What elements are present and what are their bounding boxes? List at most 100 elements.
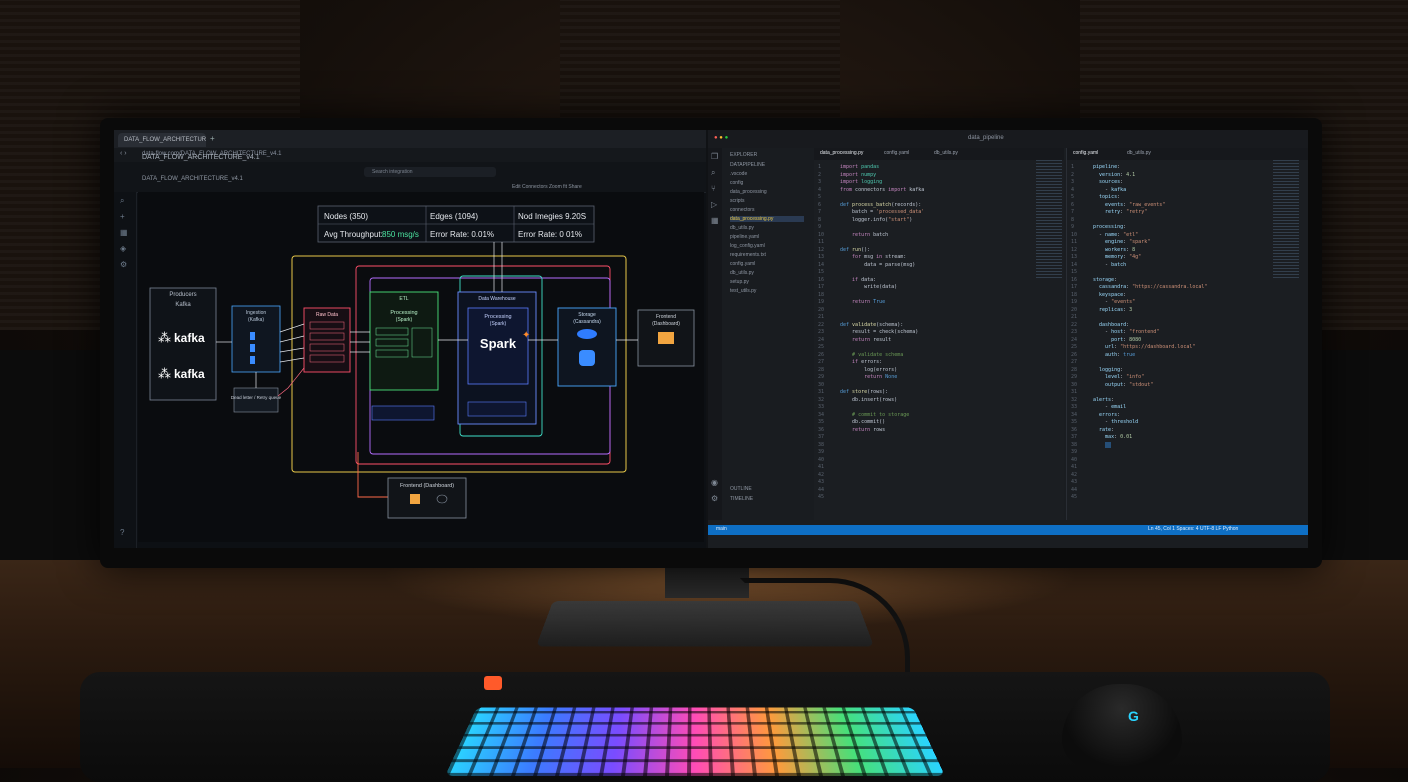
editor-tabs: data_processing.py config.yaml db_utils.… bbox=[814, 148, 1064, 160]
explorer-item[interactable]: requirements.txt bbox=[730, 252, 766, 258]
account-icon[interactable]: ◉ bbox=[711, 478, 718, 487]
yaml-content: pipeline: version: 4.1 sources: - kafka … bbox=[1093, 164, 1207, 449]
explorer-panel: EXPLORER DATAPIPELINE .vscode config dat… bbox=[722, 148, 815, 520]
diagram-canvas[interactable]: Nodes (350) Edges (1094) Nod Imegies 9.2… bbox=[138, 192, 704, 542]
explorer-item[interactable]: .vscode bbox=[730, 171, 747, 177]
kafka-logo-icon: ⁂ bbox=[158, 366, 171, 381]
editor-pane-right[interactable]: config.yaml db_utils.py 1 2 3 4 5 6 7 8 … bbox=[1066, 148, 1308, 520]
layers-icon[interactable]: ◈ bbox=[120, 244, 126, 253]
search-icon[interactable]: ⌕ bbox=[120, 196, 124, 206]
svg-text:(Spark): (Spark) bbox=[396, 317, 413, 323]
svg-text:(Dashboard): (Dashboard) bbox=[652, 321, 680, 327]
svg-text:(Spark): (Spark) bbox=[490, 321, 507, 327]
dead-letter-node: Dead letter / Retry queue bbox=[231, 388, 282, 412]
editor-pane-left[interactable]: data_processing.py config.yaml db_utils.… bbox=[814, 148, 1064, 520]
svg-text:(Cassandra): (Cassandra) bbox=[573, 319, 601, 325]
browser-tab[interactable]: DATA_FLOW_ARCHITECTURE_v4.1 bbox=[118, 133, 206, 147]
explorer-item[interactable]: config.yaml bbox=[730, 261, 755, 267]
ingestion-node: Ingestion (Kafka) bbox=[232, 306, 280, 372]
help-icon[interactable]: ? bbox=[120, 528, 124, 537]
line-numbers-right: 1 2 3 4 5 6 7 8 9 10 11 12 13 14 15 16 1… bbox=[1071, 164, 1077, 502]
minimap[interactable] bbox=[1036, 160, 1062, 280]
explorer-item[interactable]: connectors bbox=[730, 207, 754, 213]
tab-config[interactable]: config.yaml bbox=[884, 150, 909, 156]
extensions-icon[interactable]: ▦ bbox=[711, 216, 719, 225]
settings-icon[interactable]: ⚙ bbox=[120, 260, 127, 269]
throughput-metric: Nod Imegies 9.20S bbox=[518, 212, 586, 221]
metrics-panel: Nodes (350) Edges (1094) Nod Imegies 9.2… bbox=[318, 206, 594, 242]
add-icon[interactable]: + bbox=[120, 212, 125, 221]
svg-text:Ingestion: Ingestion bbox=[246, 310, 267, 316]
explorer-item[interactable]: test_utils.py bbox=[730, 288, 756, 294]
editor-tabs-right: config.yaml db_utils.py bbox=[1067, 148, 1308, 160]
tab-data-processing[interactable]: data_processing.py bbox=[820, 150, 863, 156]
spark-star-icon: ✦ bbox=[522, 330, 530, 341]
explorer-item[interactable]: config bbox=[730, 180, 743, 186]
etl-output-box bbox=[372, 406, 434, 420]
status-bar: main Ln 45, Col 1 Spaces: 4 UTF-8 LF Pyt… bbox=[708, 525, 1308, 535]
explorer-item-active[interactable]: data_processing.py bbox=[730, 216, 804, 222]
edges-metric: Edges (1094) bbox=[430, 212, 478, 221]
outline-section[interactable]: OUTLINE bbox=[730, 486, 752, 492]
flow-to-frontend bbox=[358, 452, 388, 497]
svg-text:Frontend (Dashboard): Frontend (Dashboard) bbox=[400, 483, 454, 489]
svg-text:Data Warehouse: Data Warehouse bbox=[478, 296, 516, 302]
minimap-right[interactable] bbox=[1273, 160, 1299, 280]
search-input[interactable]: Search integration bbox=[364, 167, 496, 177]
back-icon[interactable]: ‹ › bbox=[120, 150, 127, 157]
svg-text:Processing: Processing bbox=[484, 314, 511, 320]
nodes-metric: Nodes (350) bbox=[324, 212, 368, 221]
architecture-diagram: Nodes (350) Edges (1094) Nod Imegies 9.2… bbox=[138, 192, 704, 542]
svg-text:Processing: Processing bbox=[390, 310, 417, 316]
explorer-item[interactable]: db_utils.py bbox=[730, 270, 754, 276]
document-toolbar[interactable]: Edit Connectors Zoom fit Share bbox=[512, 184, 582, 190]
svg-text:Producers: Producers bbox=[169, 292, 196, 298]
activity-bar: ❐ ⌕ ⑂ ▷ ▦ ◉ ⚙ bbox=[708, 148, 722, 520]
explorer-item[interactable]: pipeline.yaml bbox=[730, 234, 759, 240]
raw-data-node: Raw Data bbox=[304, 308, 350, 372]
storage-node: Storage (Cassandra) bbox=[558, 308, 616, 386]
explorer-item[interactable]: data_processing bbox=[730, 189, 767, 195]
svg-text:kafka: kafka bbox=[174, 331, 205, 345]
svg-text:Kafka: Kafka bbox=[175, 302, 191, 308]
grid-icon[interactable]: ▦ bbox=[120, 228, 128, 237]
dashboard-icon bbox=[658, 332, 674, 344]
kafka-logo-icon: ⁂ bbox=[158, 330, 171, 345]
explorer-item[interactable]: DATAPIPELINE bbox=[730, 162, 765, 168]
tab-db-utils-right[interactable]: db_utils.py bbox=[1127, 150, 1151, 156]
rgb-keyboard bbox=[445, 707, 945, 776]
database-icon bbox=[579, 350, 595, 366]
explorer-title: EXPLORER bbox=[730, 152, 757, 158]
timeline-section[interactable]: TIMELINE bbox=[730, 496, 753, 502]
new-tab-icon[interactable]: + bbox=[210, 134, 215, 143]
explorer-item[interactable]: setup.py bbox=[730, 279, 749, 285]
debug-icon[interactable]: ▷ bbox=[711, 200, 717, 209]
data-warehouse-node: Data Warehouse Processing (Spark) Spark … bbox=[458, 292, 536, 424]
tab-config-right[interactable]: config.yaml bbox=[1073, 150, 1098, 156]
browser-sidebar: ⌕ + ▦ ◈ ⚙ ? bbox=[114, 192, 137, 548]
files-icon[interactable]: ❐ bbox=[711, 152, 718, 161]
line-numbers: 1 2 3 4 5 6 7 8 9 10 11 12 13 14 15 16 1… bbox=[818, 164, 824, 502]
svg-text:ETL: ETL bbox=[399, 296, 408, 302]
source-control-icon[interactable]: ⑂ bbox=[711, 184, 716, 193]
code-content: import pandas import numpy import loggin… bbox=[840, 164, 924, 434]
branch-status[interactable]: main bbox=[716, 526, 727, 532]
producers-node: Producers Kafka ⁂ kafka ⁂ kafka bbox=[150, 288, 216, 400]
document-header: DATA_FLOW_ARCHITECTURE_v4.1 DATA_FLOW_AR… bbox=[114, 162, 706, 193]
explorer-item[interactable]: scripts bbox=[730, 198, 744, 204]
error-rate-1: Error Rate: 0.01% bbox=[430, 230, 494, 239]
gear-icon[interactable]: ⚙ bbox=[711, 494, 718, 503]
tab-db-utils[interactable]: db_utils.py bbox=[934, 150, 958, 156]
svg-text:Storage: Storage bbox=[578, 312, 596, 318]
editor-status[interactable]: Ln 45, Col 1 Spaces: 4 UTF-8 LF Python bbox=[1148, 526, 1238, 532]
explorer-item[interactable]: log_config.yaml bbox=[730, 243, 765, 249]
search-icon[interactable]: ⌕ bbox=[711, 168, 715, 178]
svg-text:kafka: kafka bbox=[174, 367, 205, 381]
command-center[interactable]: data_pipeline bbox=[968, 135, 1004, 141]
escape-key bbox=[484, 676, 502, 690]
vscode-titlebar: ● ● ● data_pipeline bbox=[708, 130, 1308, 148]
avg-throughput-value: 850 msg/s bbox=[382, 230, 419, 239]
explorer-item[interactable]: db_utils.py bbox=[730, 225, 754, 231]
cassandra-icon bbox=[577, 329, 597, 339]
window-dots-icon: ● ● ● bbox=[714, 135, 728, 141]
